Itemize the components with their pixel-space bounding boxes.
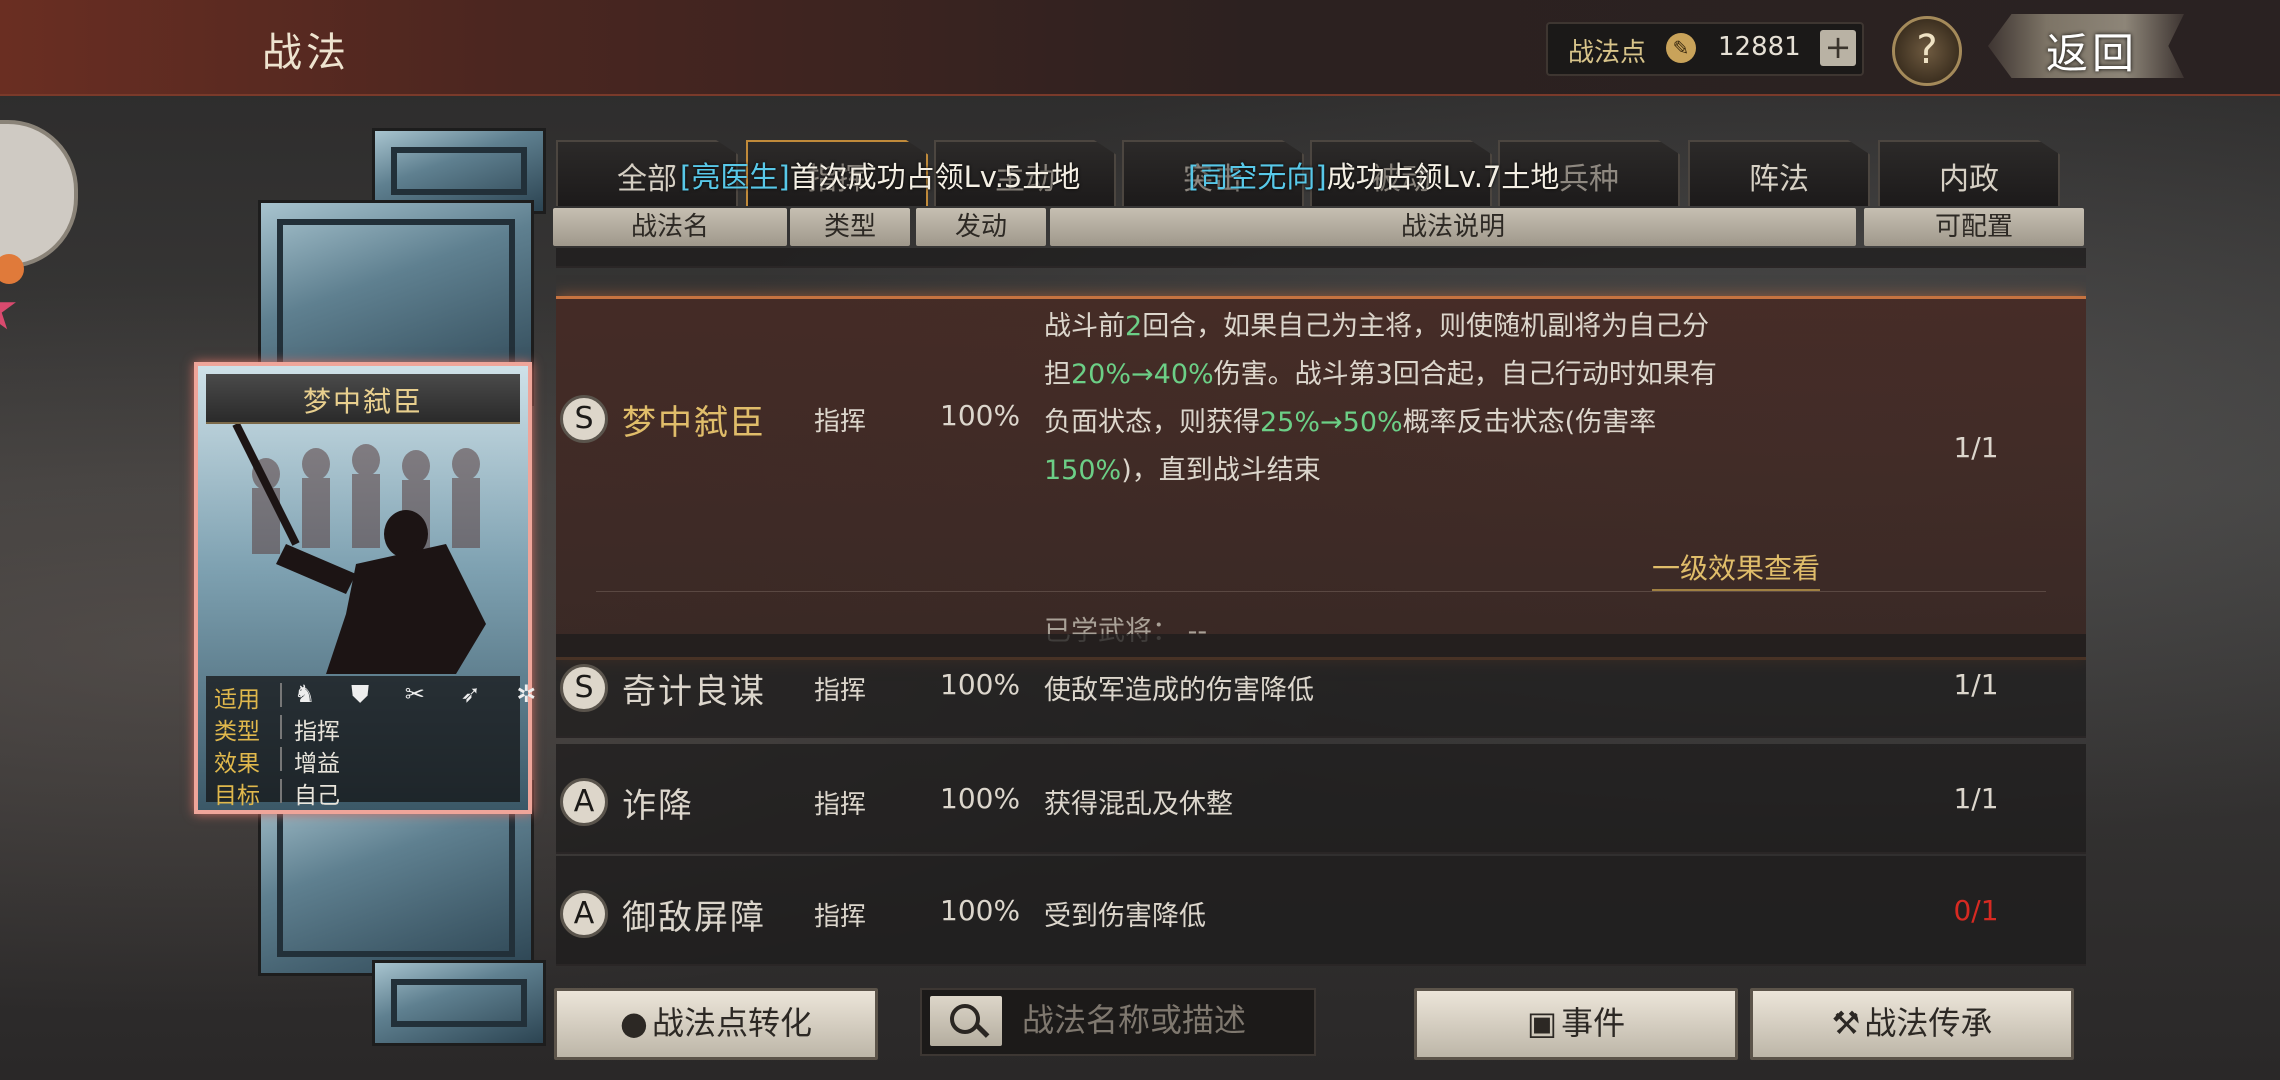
card-info-panel: 适用 ♞ ⛊ ✂ ➶ ✲ 类型 指挥 效果 增益 目标 自己: [206, 676, 536, 809]
search-icon[interactable]: [930, 996, 1002, 1046]
list-item[interactable]: A 御敌屏障 指挥 100% 受到伤害降低 0/1: [556, 856, 2086, 966]
tab-formation[interactable]: 阵法: [1688, 140, 1870, 206]
skill-inherit-button[interactable]: ⚒ 战法传承: [1750, 988, 2074, 1060]
skill-list[interactable]: S 梦中弑臣 指挥 100% 战斗前2回合，如果自己为主将，则使随机副将为自己分…: [556, 248, 2086, 970]
skill-type: 指挥: [814, 790, 867, 820]
back-label: 返回: [2046, 29, 2139, 78]
broadcast-message: [司空无向]成功占领Lv.7土地: [1188, 160, 1560, 194]
help-button[interactable]: ?: [1892, 16, 1962, 86]
broadcast-message: [亮医生]首次成功占领Lv.5土地: [680, 160, 1081, 194]
star-icon: ★: [0, 274, 20, 344]
skill-points-label: 战法点: [1568, 38, 1647, 68]
player-avatar[interactable]: ★: [0, 120, 78, 344]
convert-points-button[interactable]: ● 战法点转化: [554, 988, 878, 1060]
list-item: [556, 248, 2086, 268]
card-artwork: [206, 424, 520, 674]
alert-icon: ▣: [1526, 1004, 1558, 1042]
skill-count: 0/1: [1953, 894, 1999, 927]
column-header-config[interactable]: 可配置: [1864, 208, 2084, 246]
list-item[interactable]: S 奇计良谋 指挥 100% 使敌军造成的伤害降低 1/1: [556, 634, 2086, 738]
search-input[interactable]: [1020, 1000, 1304, 1040]
skill-rate: 100%: [940, 399, 1021, 432]
flame-icon: ●: [620, 1004, 648, 1042]
unit-type-icons: ♞ ⛊ ✂ ➶ ✲: [294, 680, 551, 708]
skill-name: 诈降: [622, 786, 694, 826]
grade-badge: S: [560, 664, 608, 712]
selected-skill-card[interactable]: 梦中弑臣 适用 ♞ ⛊ ✂ ➶ ✲ 类型 指挥 效果 增益 目标 自己: [194, 362, 536, 814]
back-button[interactable]: 返回: [1988, 14, 2184, 78]
grade-badge: A: [560, 778, 608, 826]
skill-description: 战斗前2回合，如果自己为主将，则使随机副将为自己分 担20%→40%伤害。战斗第…: [1044, 311, 1717, 486]
skill-description: 受到伤害降低: [1044, 901, 1206, 932]
column-header-name[interactable]: 战法名: [553, 208, 787, 246]
grade-badge: S: [560, 395, 608, 443]
grade-badge: A: [560, 890, 608, 938]
search-bar: [920, 988, 1316, 1056]
card-title-bar: 梦中弑臣: [206, 374, 520, 424]
events-button[interactable]: ▣ 事件: [1414, 988, 1738, 1060]
skill-points-value: 12881: [1718, 32, 1801, 62]
level-one-effect-link[interactable]: 一级效果查看: [1652, 547, 1821, 591]
column-header-trigger[interactable]: 发动: [916, 208, 1046, 246]
card-back-bottom: [372, 960, 546, 1046]
player-name: [亮医生]: [680, 160, 790, 194]
skill-type: 指挥: [814, 902, 867, 932]
column-header-description: 战法说明: [1050, 208, 1856, 246]
skill-rate: 100%: [940, 782, 1021, 815]
skill-points-display: 战法点 ✎ 12881 +: [1546, 22, 1864, 76]
hammer-icon: ⚒: [1831, 1004, 1861, 1042]
add-points-button[interactable]: +: [1820, 30, 1856, 66]
skill-count: 1/1: [1953, 431, 1999, 464]
skill-count: 1/1: [1953, 668, 1999, 701]
skill-count: 1/1: [1953, 782, 1999, 815]
top-bar: 战法 战法点 ✎ 12881 + ? 返回: [0, 0, 2280, 96]
skill-rate: 100%: [940, 668, 1021, 701]
column-header-type[interactable]: 类型: [790, 208, 910, 246]
skill-type: 指挥: [814, 676, 867, 706]
skill-name: 御敌屏障: [622, 898, 766, 938]
tab-domestic[interactable]: 内政: [1878, 140, 2060, 206]
skill-name: 奇计良谋: [622, 672, 766, 712]
list-item-selected[interactable]: S 梦中弑臣 指挥 100% 战斗前2回合，如果自己为主将，则使随机副将为自己分…: [556, 296, 2086, 660]
player-name: [司空无向]: [1188, 160, 1327, 194]
skill-points-icon: ✎: [1666, 33, 1696, 63]
skill-rate: 100%: [940, 894, 1021, 927]
skill-description: 使敌军造成的伤害降低: [1044, 675, 1314, 706]
skill-name: 梦中弑臣: [622, 403, 766, 443]
page-title: 战法: [262, 30, 350, 76]
skill-description: 获得混乱及休整: [1044, 789, 1233, 820]
list-item[interactable]: A 诈降 指挥 100% 获得混乱及休整 1/1: [556, 744, 2086, 854]
divider: [596, 591, 2046, 592]
card-title: 梦中弑臣: [302, 385, 423, 418]
warrior-silhouette-icon: [232, 424, 486, 674]
skill-type: 指挥: [814, 407, 867, 437]
